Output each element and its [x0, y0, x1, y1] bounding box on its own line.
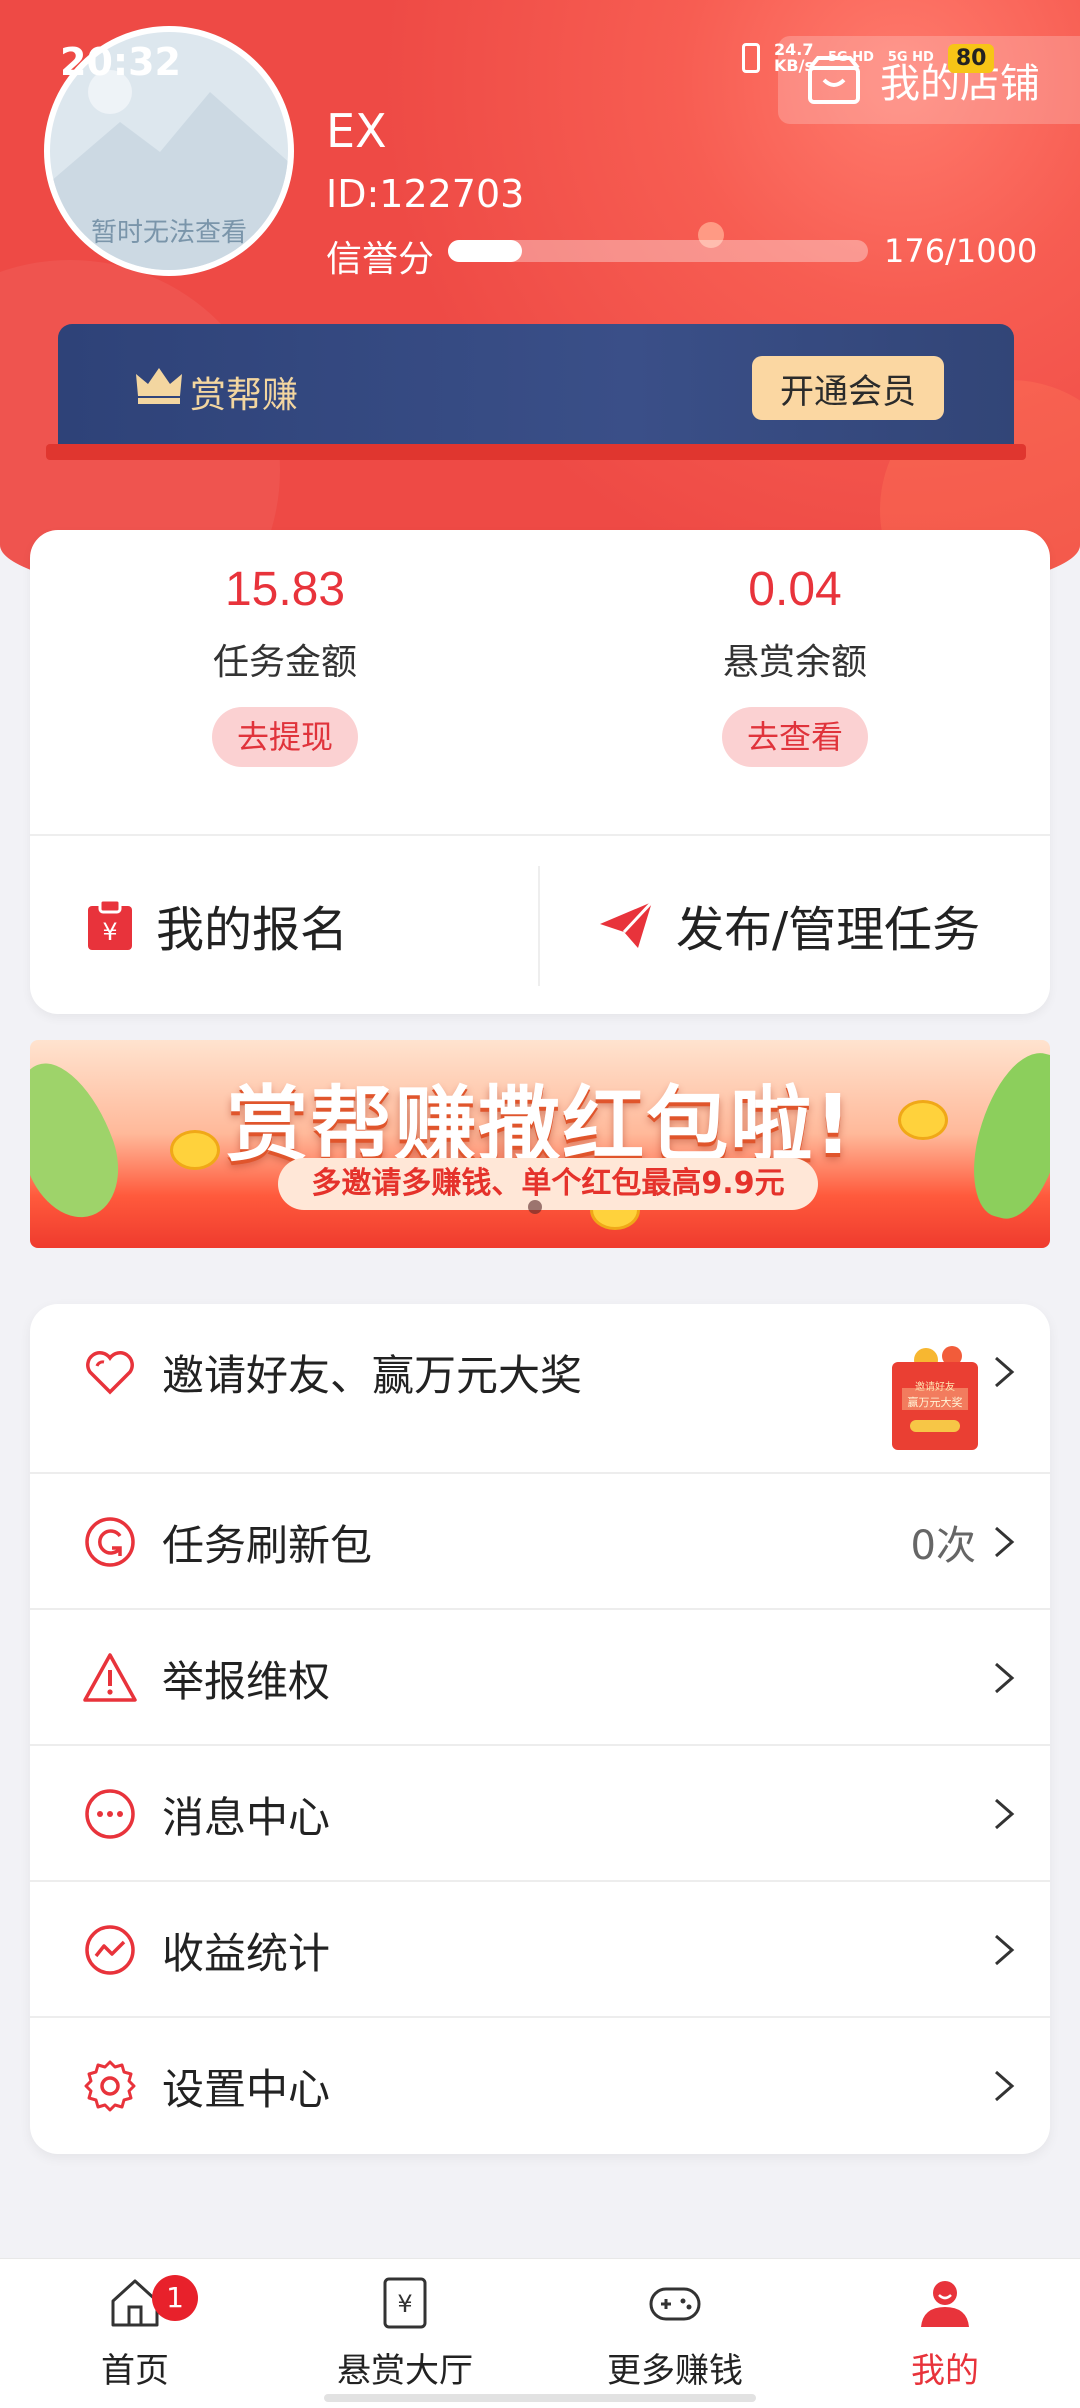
task-amount: 15.83	[224, 563, 346, 616]
income-statistics-label: 收益统计	[162, 1928, 331, 1978]
battery-indicator: 80	[947, 43, 995, 73]
refresh-icon	[85, 1517, 135, 1567]
publish-manage-label: 发布/管理任务	[676, 902, 981, 958]
red-envelope-line-1: 邀请好友	[915, 1380, 955, 1393]
tab-home-label: 首页	[101, 2351, 169, 2391]
report-rights-item[interactable]: 举报维权	[30, 1610, 1050, 1746]
vip-banner-edge	[46, 444, 1026, 460]
notification-badge: 1	[152, 2275, 198, 2321]
open-membership-button[interactable]: 开通会员	[752, 356, 944, 420]
svg-text:¥: ¥	[102, 918, 117, 946]
vip-label: 赏帮赚	[190, 375, 299, 416]
credit-score-fill	[448, 240, 522, 262]
tab-reward-hall-label: 悬赏大厅	[337, 2351, 473, 2391]
task-amount-section: 15.83 任务金额 去提现	[30, 562, 540, 767]
promo-banner[interactable]: 赏帮赚撒红包啦! 多邀请多赚钱、单个红包最高9.9元	[30, 1040, 1050, 1248]
task-amount-label: 任务金额	[212, 642, 357, 683]
task-refresh-pack-label: 任务刷新包	[162, 1520, 373, 1570]
menu-list: 邀请好友、赢万元大奖 邀请好友 赢万元大奖 任务刷新包 0次 举报维权 消息中心…	[30, 1304, 1050, 2154]
income-statistics-item[interactable]: 收益统计	[30, 1882, 1050, 2018]
status-icons: 24.7 KB/s 5G HD 5G HD 80	[742, 42, 995, 74]
task-refresh-pack-item[interactable]: 任务刷新包 0次	[30, 1474, 1050, 1610]
balance-card: 15.83 任务金额 去提现 0.04 悬赏余额 去查看 ¥ 我的报名 发布/管…	[30, 530, 1050, 1014]
publish-manage-tasks-button[interactable]: 发布/管理任务	[598, 836, 980, 1014]
invite-friends-item[interactable]: 邀请好友、赢万元大奖 邀请好友 赢万元大奖	[30, 1304, 1050, 1450]
network-type-1: 5G HD	[827, 50, 874, 65]
message-icon	[85, 1789, 135, 1839]
invite-friends-label: 邀请好友、赢万元大奖	[162, 1350, 583, 1400]
tab-home[interactable]: 1 首页	[0, 2275, 270, 2392]
network-speed-unit: KB/s	[774, 56, 814, 75]
withdraw-button[interactable]: 去提现	[212, 707, 358, 767]
avatar-placeholder-text: 暂时无法查看	[90, 218, 247, 248]
user-id: ID:122703	[326, 172, 525, 216]
my-signup-label: 我的报名	[156, 902, 349, 958]
gamepad-icon	[649, 2287, 701, 2321]
user-icon	[921, 2281, 969, 2327]
network-speed: 24.7 KB/s	[774, 42, 814, 74]
clipboard-yen-icon: ¥	[88, 898, 132, 950]
chevron-right-icon	[995, 1356, 1015, 1388]
crown-icon	[136, 368, 182, 404]
tab-mine-label: 我的	[911, 2351, 979, 2391]
reward-balance-section: 0.04 悬赏余额 去查看	[540, 562, 1050, 767]
refresh-count: 0次	[910, 1523, 976, 1569]
tab-mine[interactable]: 我的	[810, 2275, 1080, 2392]
network-type-2: 5G HD	[887, 50, 934, 65]
divider	[538, 866, 540, 986]
message-center-item[interactable]: 消息中心	[30, 1746, 1050, 1882]
settings-center-item[interactable]: 设置中心	[30, 2018, 1050, 2154]
paper-plane-icon	[600, 900, 654, 948]
chevron-right-icon	[995, 1662, 1015, 1694]
chevron-right-icon	[995, 1934, 1015, 1966]
gear-icon	[84, 2060, 136, 2112]
tab-reward-hall[interactable]: ¥ 悬赏大厅	[270, 2275, 540, 2392]
report-rights-label: 举报维权	[162, 1656, 331, 1706]
tab-more-earn-label: 更多赚钱	[607, 2351, 743, 2391]
heart-icon	[86, 1351, 134, 1395]
credit-score-bar	[448, 240, 868, 262]
network-type: 5G HD	[888, 51, 934, 65]
chevron-right-icon	[995, 1798, 1015, 1830]
network-type: 5G HD	[828, 51, 874, 65]
banner-subtitle: 多邀请多赚钱、单个红包最高9.9元	[278, 1158, 818, 1210]
svg-text:¥: ¥	[397, 2290, 412, 2318]
yen-document-icon: ¥	[383, 2277, 427, 2329]
reward-balance-label: 悬赏余额	[722, 642, 867, 683]
view-balance-button[interactable]: 去查看	[722, 707, 868, 767]
username: EX	[326, 104, 387, 158]
warning-icon	[83, 1653, 137, 1702]
red-envelope-icon: 邀请好友 赢万元大奖	[892, 1346, 978, 1450]
settings-center-label: 设置中心	[162, 2064, 331, 2114]
credit-score-label: 信誉分	[326, 239, 435, 280]
chevron-right-icon	[995, 1526, 1015, 1558]
credit-score-value: 176/1000	[884, 232, 1038, 270]
chevron-right-icon	[995, 2070, 1015, 2102]
status-time: 20:32	[60, 40, 181, 84]
chart-trend-icon	[85, 1925, 135, 1975]
carousel-indicator	[528, 1200, 542, 1214]
message-center-label: 消息中心	[162, 1792, 331, 1842]
my-signup-button[interactable]: ¥ 我的报名	[86, 836, 348, 1014]
red-envelope-line-2: 赢万元大奖	[908, 1395, 963, 1409]
vibrate-icon	[742, 43, 760, 73]
tab-more-earn[interactable]: 更多赚钱	[540, 2275, 810, 2392]
home-indicator	[324, 2394, 756, 2402]
bottom-tab-bar: 1 首页 ¥ 悬赏大厅 更多赚钱 我的	[0, 2258, 1080, 2408]
reward-balance: 0.04	[748, 563, 842, 616]
